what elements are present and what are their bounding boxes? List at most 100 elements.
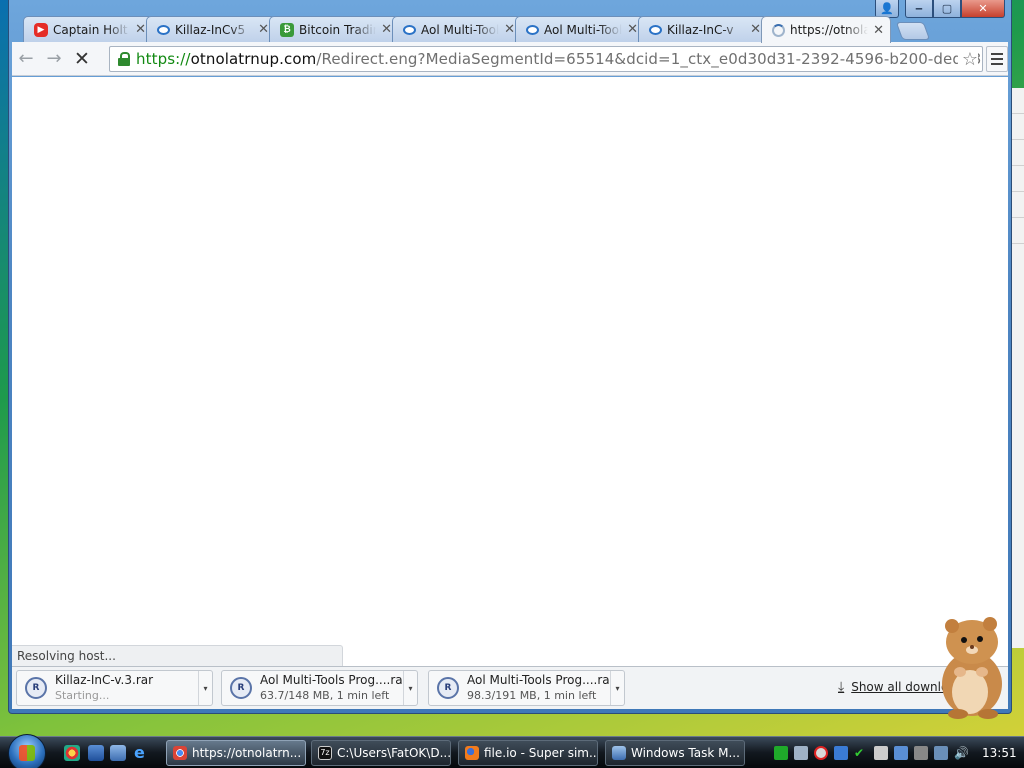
device-icon[interactable] <box>894 746 908 760</box>
chrome-icon <box>173 746 187 760</box>
security-icon[interactable] <box>834 746 848 760</box>
download-status: 98.3/191 MB, 1 min left <box>467 689 597 702</box>
checkmark-icon[interactable]: ✔ <box>854 746 868 760</box>
chrome-window: 👤 ‒ ▢ ✕ ▶ Captain Holt ✕ Killaz-InCv5 ✕ … <box>8 0 1012 714</box>
download-filename: Aol Multi-Tools Prog....rar <box>467 673 610 687</box>
hamster-mascot-icon <box>942 617 1002 719</box>
tab-aol-multi-tools-2[interactable]: Aol Multi-Tools ✕ <box>515 16 645 42</box>
download-status: Starting... <box>55 689 110 702</box>
monitor-icon[interactable] <box>914 746 928 760</box>
menu-button[interactable] <box>986 46 1008 72</box>
minimize-icon: ‒ <box>915 2 923 15</box>
hamburger-icon-line <box>991 53 1003 55</box>
address-bar[interactable]: https://otnolatrnup.com/Redirect.eng?Med… <box>109 46 983 72</box>
winrar-archive-icon: R <box>230 677 252 699</box>
tab-aol-multi-tools-1[interactable]: Aol Multi-Tools ✕ <box>392 16 522 42</box>
forward-arrow-icon: → <box>46 48 62 69</box>
task-manager-icon <box>612 746 626 760</box>
user-icon: 👤 <box>880 2 894 15</box>
eye-icon <box>157 24 170 35</box>
taskbar-item-label: Windows Task M... <box>631 746 740 760</box>
taskbar-item-firefox[interactable]: file.io - Super sim... <box>458 740 598 766</box>
url-path: /Redirect.eng?MediaSegmentId=65514&dcid=… <box>316 50 983 68</box>
start-button[interactable] <box>8 734 46 768</box>
bookmark-star-icon[interactable]: ☆ <box>957 49 978 70</box>
window-close-button[interactable]: ✕ <box>961 0 1005 18</box>
winrar-archive-icon: R <box>25 677 47 699</box>
taskbar-item-label: https://otnolatrn... <box>192 746 302 760</box>
7zip-icon: 7z <box>318 746 332 760</box>
download-status: 63.7/148 MB, 1 min left <box>260 689 390 702</box>
download-text: Aol Multi-Tools Prog....rar 63.7/148 MB,… <box>260 672 403 704</box>
url-text: https://otnolatrnup.com/Redirect.eng?Med… <box>136 50 983 68</box>
stop-icon: ✕ <box>74 47 90 70</box>
tab-bitcoin-trading[interactable]: ₿ Bitcoin Trading ✕ <box>269 16 399 42</box>
tab-close-icon[interactable]: ✕ <box>135 22 146 37</box>
network-connection-icon[interactable] <box>934 746 948 760</box>
tab-otnolatrnup-active[interactable]: https://otnolatrnup ✕ <box>761 16 891 43</box>
tab-close-icon[interactable]: ✕ <box>750 22 761 37</box>
tab-close-icon[interactable]: ✕ <box>873 23 884 38</box>
youtube-icon: ▶ <box>34 22 48 37</box>
taskbar-item-chrome[interactable]: https://otnolatrn... <box>166 740 306 766</box>
download-shelf: R Killaz-InC-v.3.rar Starting... ▾ R Aol… <box>12 666 1008 709</box>
network-icon[interactable] <box>794 746 808 760</box>
download-filename: Killaz-InC-v.3.rar <box>55 673 154 687</box>
loading-spinner-icon <box>772 23 785 37</box>
tab-title: https://otnolatrnup <box>790 23 869 37</box>
download-text: Aol Multi-Tools Prog....rar 98.3/191 MB,… <box>467 672 610 704</box>
forward-button[interactable]: → <box>40 45 68 73</box>
maximize-icon: ▢ <box>941 2 953 15</box>
download-icon: ⤓ <box>838 679 845 695</box>
tab-close-icon[interactable]: ✕ <box>381 22 392 37</box>
tab-killaz-incv5[interactable]: Killaz-InCv5 ✕ <box>146 16 276 42</box>
toolbar: ← → ✕ https://otnolatrnup.com/Redirect.e… <box>12 42 1008 76</box>
winrar-archive-icon: R <box>437 677 459 699</box>
tab-strip: ▶ Captain Holt ✕ Killaz-InCv5 ✕ ₿ Bitcoi… <box>23 16 931 43</box>
system-tray: ✔ 🔊 13:51 <box>768 737 1024 768</box>
tab-killaz-inc-v[interactable]: Killaz-InC-v ✕ <box>638 16 768 42</box>
download-item[interactable]: R Killaz-InC-v.3.rar Starting... ▾ <box>16 670 213 706</box>
url-scheme: https:// <box>136 50 191 68</box>
download-menu-arrow-icon[interactable]: ▾ <box>403 671 417 705</box>
hamburger-icon-line <box>991 63 1003 65</box>
taskbar-clock[interactable]: 13:51 <box>982 746 1017 760</box>
eye-icon <box>403 24 416 35</box>
volume-icon[interactable]: 🔊 <box>954 746 969 760</box>
download-menu-arrow-icon[interactable]: ▾ <box>610 671 624 705</box>
new-tab-button[interactable] <box>895 22 931 40</box>
show-desktop-icon[interactable] <box>88 745 104 761</box>
back-button[interactable]: ← <box>12 45 40 73</box>
firefox-icon <box>465 746 479 760</box>
taskbar-item-label: file.io - Super sim... <box>484 746 598 760</box>
download-filename: Aol Multi-Tools Prog....rar <box>260 673 403 687</box>
tab-title: Killaz-InC-v <box>667 22 734 37</box>
close-icon: ✕ <box>978 2 988 15</box>
tab-close-icon[interactable]: ✕ <box>504 22 515 37</box>
blocked-icon[interactable] <box>814 746 828 760</box>
taskbar-item-task-manager[interactable]: Windows Task M... <box>605 740 745 766</box>
download-item[interactable]: R Aol Multi-Tools Prog....rar 63.7/148 M… <box>221 670 418 706</box>
lock-icon <box>118 52 130 66</box>
taskbar-item-7zip[interactable]: 7z C:\Users\FatOK\D... <box>311 740 451 766</box>
tab-captain-holt[interactable]: ▶ Captain Holt ✕ <box>23 16 153 42</box>
switch-windows-icon[interactable] <box>110 745 126 761</box>
stop-button[interactable]: ✕ <box>68 45 96 73</box>
eye-icon <box>649 24 662 35</box>
chrome-quicklaunch-icon[interactable] <box>64 745 80 761</box>
download-item[interactable]: R Aol Multi-Tools Prog....rar 98.3/191 M… <box>428 670 625 706</box>
back-arrow-icon: ← <box>18 48 34 69</box>
tab-close-icon[interactable]: ✕ <box>258 22 269 37</box>
tab-close-icon[interactable]: ✕ <box>627 22 638 37</box>
download-text: Killaz-InC-v.3.rar Starting... <box>55 672 198 704</box>
app-tray-icon[interactable] <box>874 746 888 760</box>
url-host: otnolatrnup.com <box>190 50 317 68</box>
hamburger-icon-line <box>991 58 1003 60</box>
eye-icon <box>526 24 539 35</box>
maximize-button[interactable]: ▢ <box>933 0 961 18</box>
green-status-icon[interactable] <box>774 746 788 760</box>
bitcoin-icon: ₿ <box>280 22 294 37</box>
download-menu-arrow-icon[interactable]: ▾ <box>198 671 212 705</box>
status-bubble: Resolving host... <box>12 645 343 666</box>
internet-explorer-icon[interactable]: e <box>134 745 150 761</box>
